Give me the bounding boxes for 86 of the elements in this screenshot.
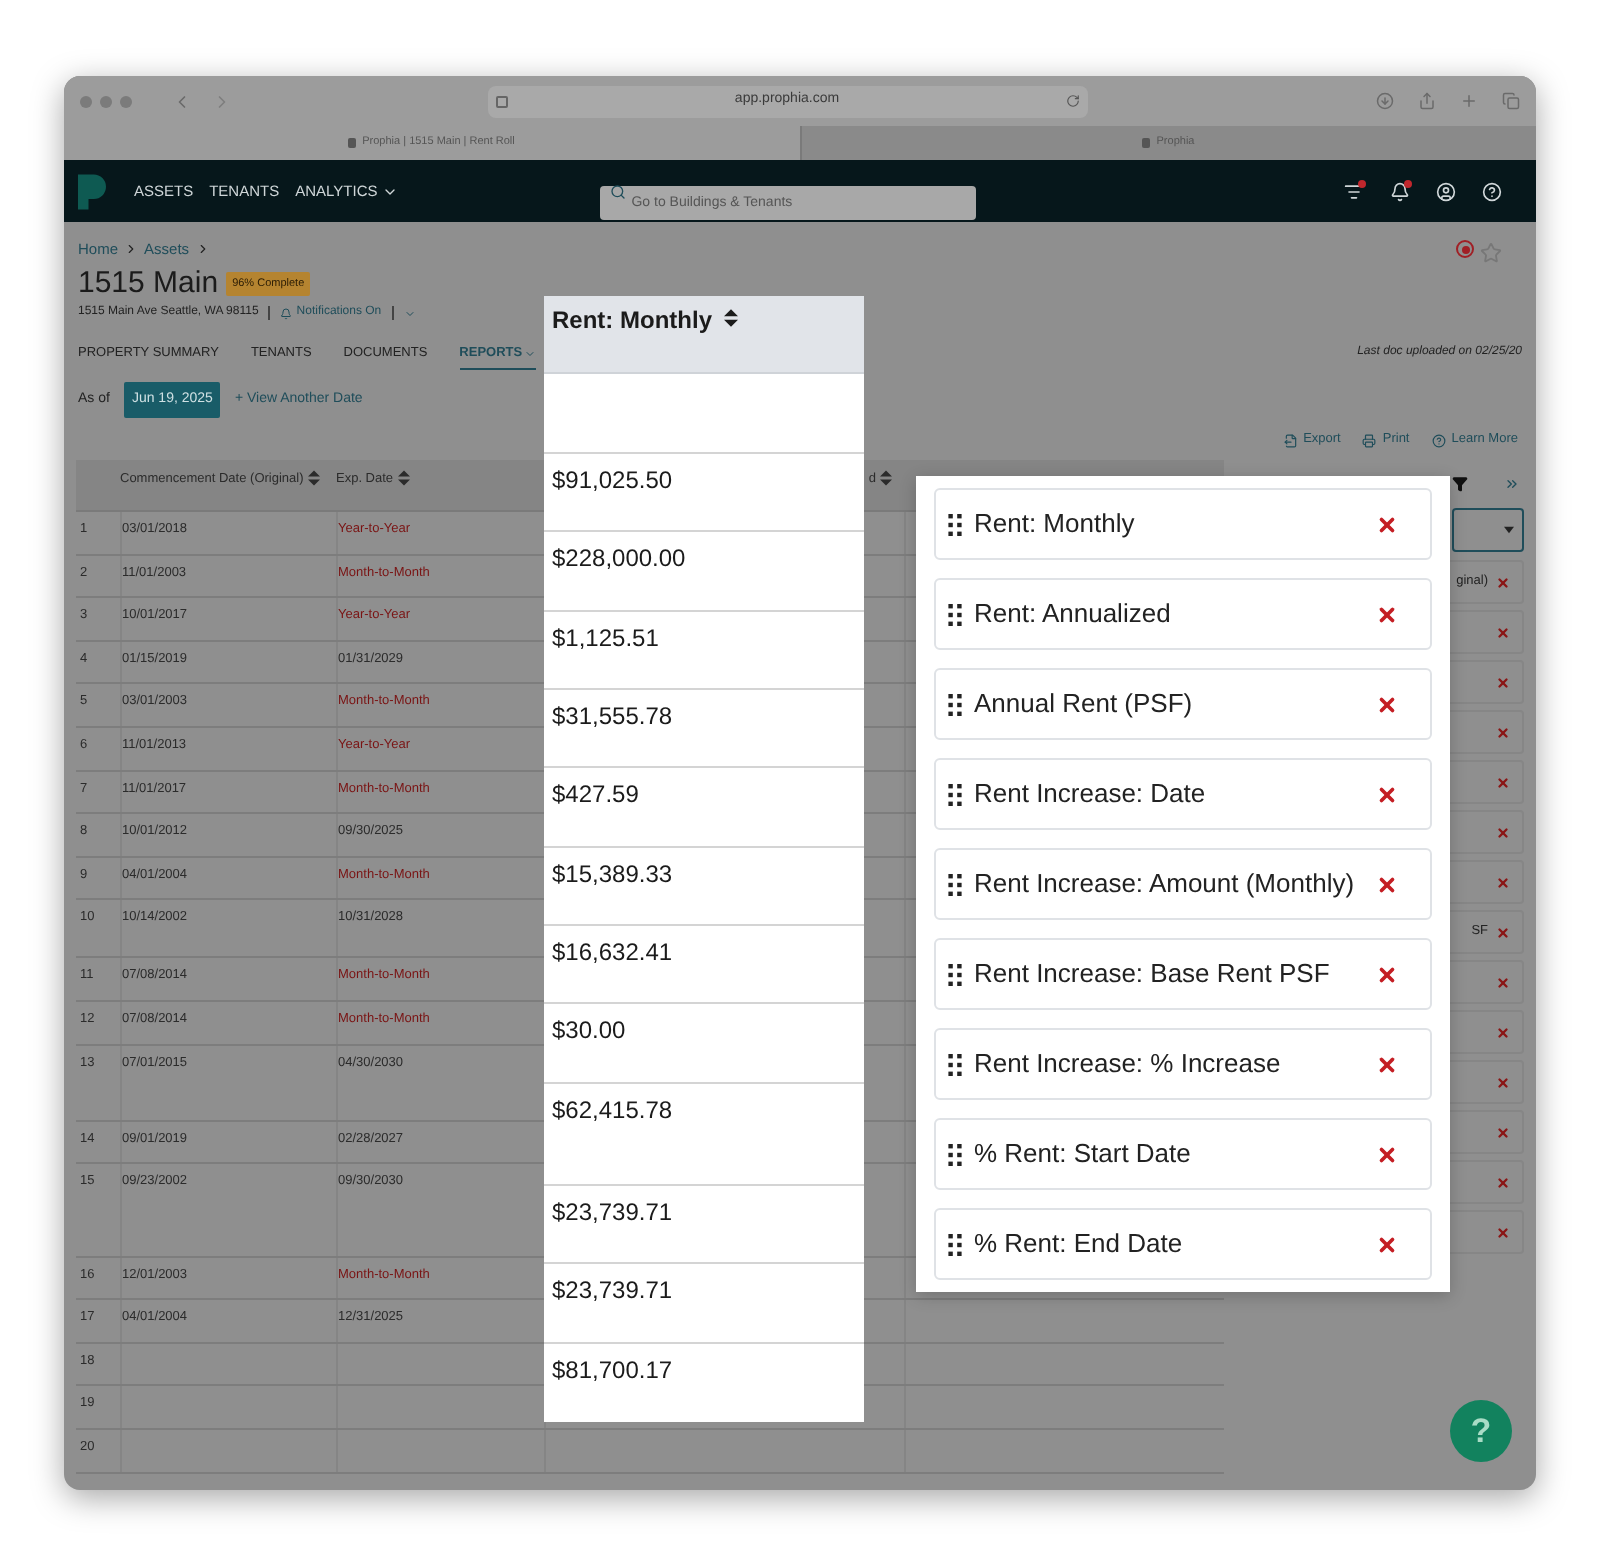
- filter-icon[interactable]: [1452, 476, 1468, 492]
- table-cell: $15,389.33: [552, 859, 673, 888]
- help-icon[interactable]: [1482, 181, 1502, 201]
- remove-icon[interactable]: [1376, 1233, 1398, 1255]
- table-cell: $23,739.71: [552, 1197, 673, 1226]
- remove-icon[interactable]: [1496, 1225, 1510, 1239]
- notifications-icon[interactable]: [1390, 181, 1410, 201]
- remove-icon[interactable]: [1496, 1025, 1510, 1039]
- sort-icon: [397, 470, 410, 486]
- drag-handle-icon: [948, 963, 962, 985]
- remove-icon[interactable]: [1376, 513, 1398, 535]
- column-item[interactable]: Rent Increase: Base Rent PSF: [934, 938, 1432, 1010]
- remove-icon[interactable]: [1496, 875, 1510, 889]
- remove-icon[interactable]: [1496, 575, 1510, 589]
- remove-icon[interactable]: [1496, 925, 1510, 939]
- table-cell: $62,415.78: [552, 1095, 673, 1124]
- new-tab-icon[interactable]: [1460, 92, 1478, 110]
- remove-icon[interactable]: [1376, 873, 1398, 895]
- bell-icon: [280, 307, 293, 319]
- column-select[interactable]: [1452, 508, 1524, 552]
- favicon-icon: [348, 138, 357, 148]
- sort-icon: [724, 308, 738, 328]
- remove-icon[interactable]: [1376, 783, 1398, 805]
- site-icon: [496, 95, 508, 107]
- export-icon: [1283, 433, 1298, 447]
- help-icon: [1431, 433, 1446, 447]
- drag-handle-icon: [948, 873, 962, 895]
- remove-icon[interactable]: [1496, 975, 1510, 989]
- drag-handle-icon: [948, 693, 962, 715]
- table-cell: $1,125.51: [552, 623, 659, 652]
- drag-handle-icon: [948, 513, 962, 535]
- print-icon: [1362, 433, 1377, 447]
- table-cell: $427.59: [552, 780, 639, 809]
- caret-icon: [1504, 526, 1514, 534]
- remove-icon[interactable]: [1376, 1053, 1398, 1075]
- remove-icon[interactable]: [1496, 1175, 1510, 1189]
- column-item[interactable]: Rent Increase: Date: [934, 758, 1432, 830]
- column-item[interactable]: Rent Increase: % Increase: [934, 1028, 1432, 1100]
- table-cell: $91,025.50: [552, 465, 673, 494]
- chevron-icon: [124, 242, 139, 256]
- table-cell: $81,700.17: [552, 1355, 673, 1384]
- reload-icon[interactable]: [1066, 94, 1080, 108]
- remove-icon[interactable]: [1496, 825, 1510, 839]
- caret-icon: [524, 348, 537, 361]
- column-item[interactable]: Rent: Monthly: [934, 488, 1432, 560]
- remove-icon[interactable]: [1376, 1143, 1398, 1165]
- table-cell: $23,739.71: [552, 1276, 673, 1305]
- column-item[interactable]: Annual Rent (PSF): [934, 668, 1432, 740]
- download-icon[interactable]: [1376, 92, 1394, 110]
- drag-handle-icon: [948, 783, 962, 805]
- share-icon[interactable]: [1418, 92, 1436, 110]
- account-icon[interactable]: [1436, 181, 1456, 201]
- remove-icon[interactable]: [1376, 963, 1398, 985]
- drag-handle-icon: [948, 1053, 962, 1075]
- remove-icon[interactable]: [1496, 1075, 1510, 1089]
- drag-handle-icon: [948, 1233, 962, 1255]
- search-icon: [609, 183, 626, 199]
- remove-icon[interactable]: [1496, 725, 1510, 739]
- list-icon[interactable]: [1344, 181, 1364, 201]
- sort-icon: [307, 470, 320, 486]
- column-item[interactable]: Rent Increase: Amount (Monthly): [934, 848, 1432, 920]
- remove-icon[interactable]: [1376, 693, 1398, 715]
- column-item[interactable]: % Rent: End Date: [934, 1208, 1432, 1280]
- drag-handle-icon: [948, 1143, 962, 1165]
- remove-icon[interactable]: [1376, 603, 1398, 625]
- property-title: 1515 Main: [78, 266, 219, 302]
- column-header: Rent: Monthly: [544, 296, 864, 375]
- remove-icon[interactable]: [1496, 775, 1510, 789]
- chevron-icon: [195, 242, 210, 256]
- table-cell: $228,000.00: [552, 544, 686, 573]
- tabs-overview-icon[interactable]: [1502, 92, 1520, 110]
- column-item[interactable]: % Rent: Start Date: [934, 1118, 1432, 1190]
- table-cell: $30.00: [552, 1016, 626, 1045]
- remove-icon[interactable]: [1496, 675, 1510, 689]
- drag-handle-icon: [948, 603, 962, 625]
- table-cell: $16,632.41: [552, 938, 673, 967]
- expand-icon[interactable]: [1504, 476, 1520, 492]
- logo-icon[interactable]: [78, 173, 106, 209]
- favicon-icon: [1142, 138, 1151, 148]
- remove-icon[interactable]: [1496, 625, 1510, 639]
- column-item[interactable]: Rent: Annualized: [934, 578, 1432, 650]
- record-icon[interactable]: [1456, 240, 1474, 258]
- table-cell: $31,555.78: [552, 701, 673, 730]
- remove-icon[interactable]: [1496, 1125, 1510, 1139]
- sort-icon: [880, 470, 892, 486]
- caret-icon[interactable]: [403, 307, 416, 319]
